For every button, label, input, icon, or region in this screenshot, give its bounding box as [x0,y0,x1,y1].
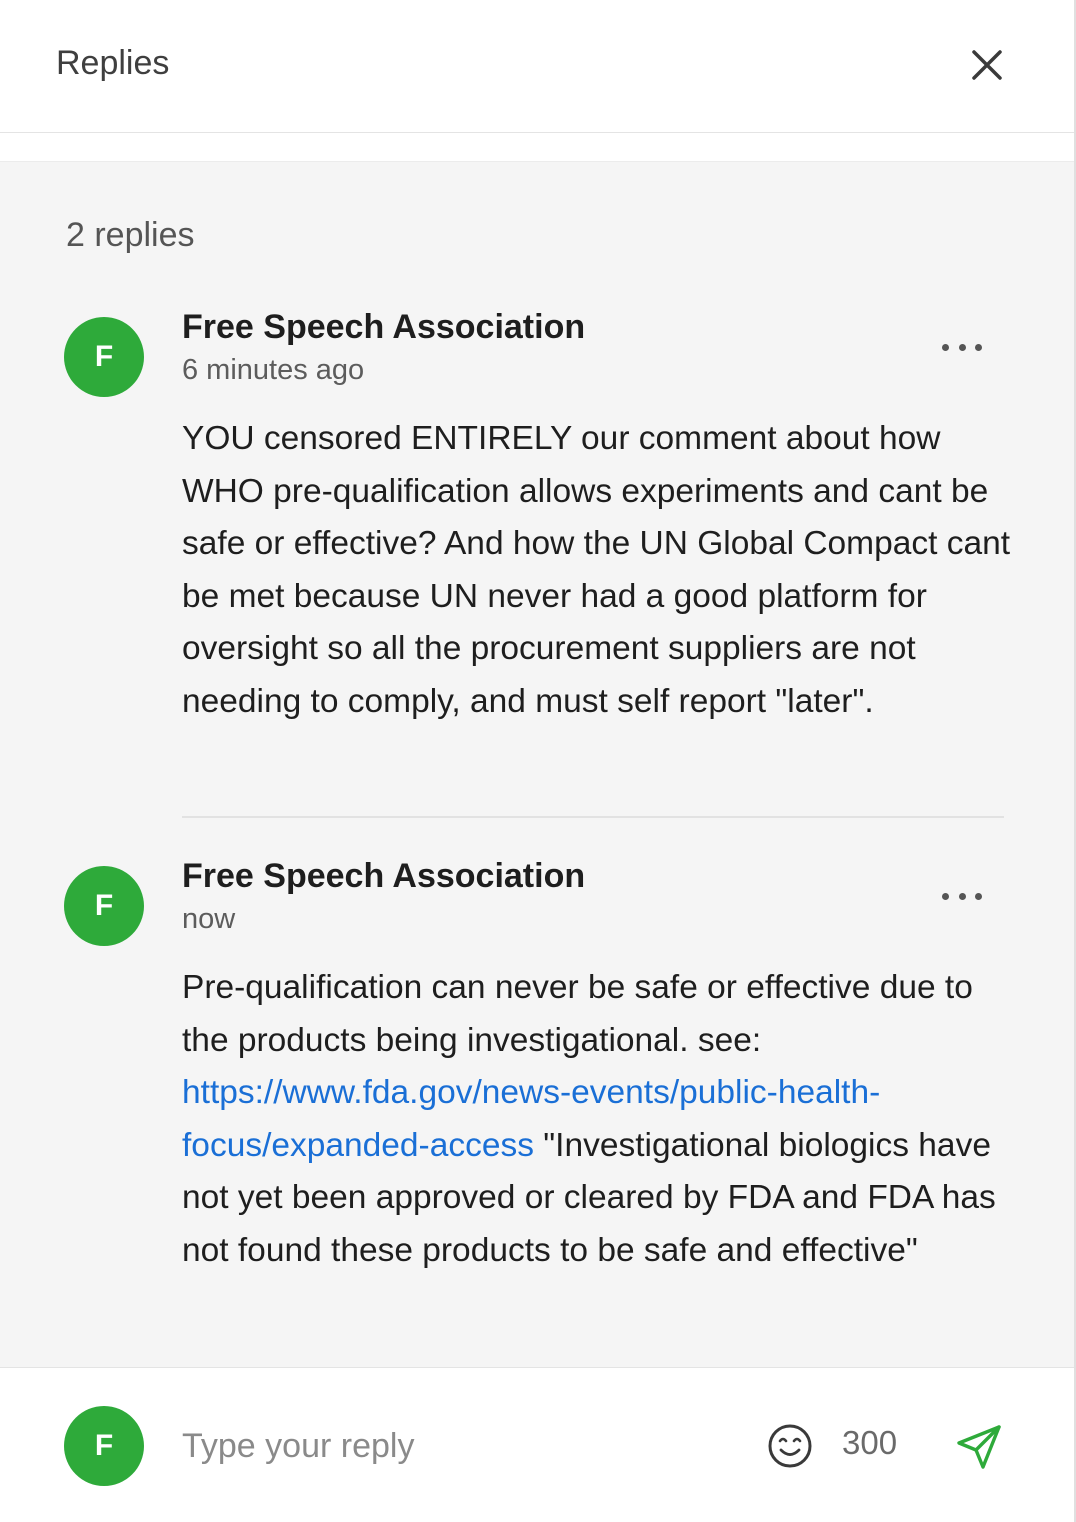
reply-timestamp: 6 minutes ago [182,354,365,386]
dot [975,343,982,351]
reply-composer: F 300 [0,1367,1074,1522]
reply-input[interactable] [182,1418,742,1474]
emoji-smile-icon[interactable] [766,1422,814,1470]
reply-text: Pre-qualification can never be safe or e… [182,962,1012,1277]
panel-header: Replies [0,0,1074,133]
reply-text: YOU censored ENTIRELY our comment about … [182,420,1011,720]
replies-panel: Replies 2 replies F Free Speech Associat… [0,0,1076,1522]
reply-author[interactable]: Free Speech Association [182,857,585,896]
replies-list[interactable]: 2 replies F Free Speech Association 6 mi… [0,162,1074,1367]
avatar: F [64,317,144,397]
panel-title: Replies [56,44,170,82]
reply-divider [182,816,1004,818]
reply-author[interactable]: Free Speech Association [182,308,585,347]
avatar: F [64,1406,144,1486]
dot [958,343,966,351]
dot [942,892,949,900]
close-icon[interactable] [962,40,1012,90]
avatar: F [64,866,144,946]
reply-timestamp: now [182,903,236,935]
more-options-icon[interactable] [936,332,988,362]
send-icon[interactable] [954,1422,1004,1472]
reply-text-before-link: Pre-qualification can never be safe or e… [182,969,973,1059]
more-options-icon[interactable] [936,881,988,911]
character-count: 300 [842,1424,898,1461]
dot [958,892,966,900]
dot [942,343,949,351]
dot [975,892,982,900]
header-spacer [0,134,1074,162]
replies-count: 2 replies [66,216,195,254]
